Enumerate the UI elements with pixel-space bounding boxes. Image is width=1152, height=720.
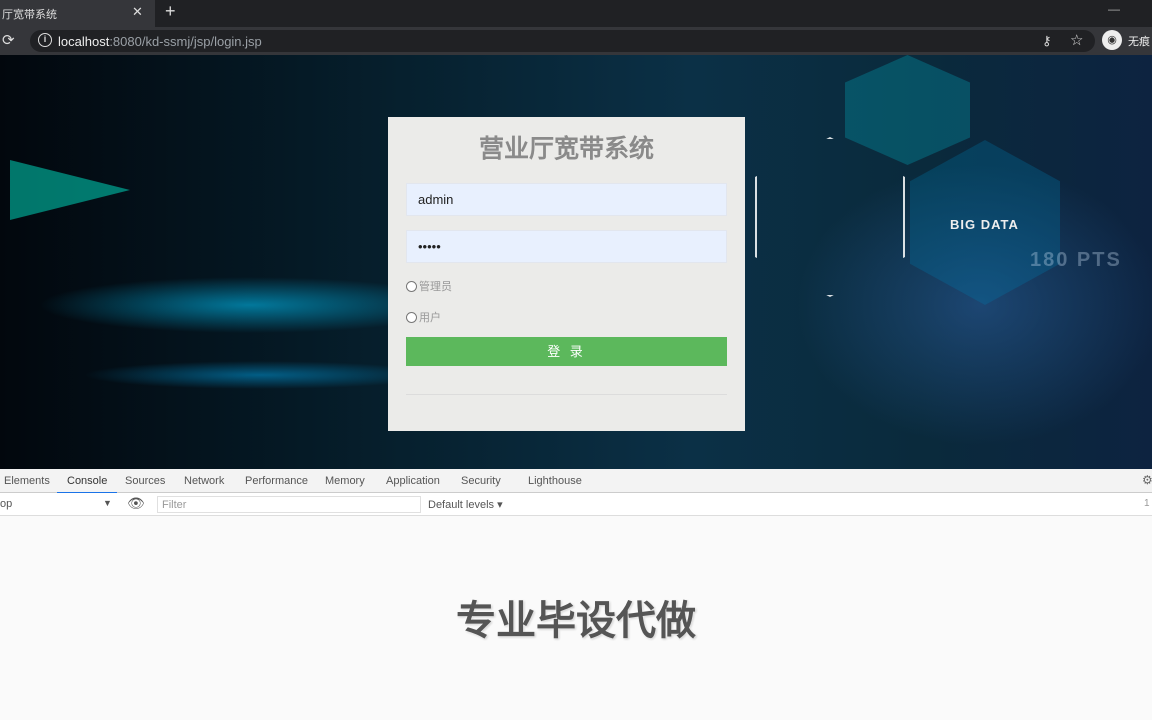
info-icon[interactable]: i: [38, 33, 52, 47]
role-label: 用户: [419, 312, 441, 324]
url-path: :8080/kd-ssmj/jsp/login.jsp: [109, 34, 262, 49]
minimize-icon[interactable]: —: [1108, 2, 1120, 16]
omnibox[interactable]: i localhost:8080/kd-ssmj/jsp/login.jsp ⚷…: [30, 30, 1095, 52]
login-button[interactable]: 登 录: [406, 337, 727, 366]
tab-application[interactable]: Application: [386, 475, 440, 487]
gear-icon[interactable]: ⚙: [1142, 473, 1152, 487]
watermark-text: 专业毕设代做: [456, 599, 696, 643]
divider: [406, 394, 727, 395]
levels-dropdown[interactable]: Default levels ▾: [428, 498, 503, 511]
chevron-down-icon[interactable]: ▼: [103, 498, 112, 508]
role-radio-admin[interactable]: 管理员: [406, 278, 452, 294]
incognito-icon[interactable]: ◉: [1102, 30, 1122, 50]
tab-sources[interactable]: Sources: [125, 475, 165, 487]
pts-text: 180 PTS: [1030, 249, 1122, 271]
issues-count: 1: [1144, 498, 1150, 509]
login-title: 营业厅宽带系统: [478, 135, 654, 163]
login-card: 营业厅宽带系统 admin ••••• 管理员 用户 登 录: [388, 117, 745, 431]
close-tab-icon[interactable]: ✕: [132, 4, 143, 20]
tab-strip: 厅宽带系统 ✕ + —: [0, 0, 1152, 27]
tab-security[interactable]: Security: [461, 475, 501, 487]
devtools-tabs: Elements Console Sources Network Perform…: [0, 469, 1152, 494]
reload-icon[interactable]: ⟳: [2, 31, 15, 49]
tab-lighthouse[interactable]: Lighthouse: [528, 475, 582, 487]
star-icon[interactable]: ☆: [1070, 31, 1083, 49]
address-bar: ⟳ i localhost:8080/kd-ssmj/jsp/login.jsp…: [0, 27, 1152, 55]
url-text[interactable]: localhost:8080/kd-ssmj/jsp/login.jsp: [58, 34, 262, 49]
role-label: 管理员: [419, 281, 452, 293]
browser-tab[interactable]: 厅宽带系统 ✕: [0, 0, 155, 27]
big-data-text: BIG DATA: [950, 217, 1019, 232]
tab-performance[interactable]: Performance: [245, 475, 308, 487]
tab-title: 厅宽带系统: [2, 9, 57, 21]
role-radio-user[interactable]: 用户: [406, 309, 441, 325]
radio-icon[interactable]: [406, 280, 417, 292]
console-toolbar: op ▼ 👁 Filter Default levels ▾ 1: [0, 493, 1152, 516]
filter-input[interactable]: Filter: [157, 496, 421, 513]
tab-console[interactable]: Console: [56, 475, 118, 494]
new-tab-icon[interactable]: +: [165, 1, 176, 22]
eye-icon[interactable]: 👁: [127, 495, 145, 512]
password-input[interactable]: •••••: [406, 230, 727, 263]
tab-memory[interactable]: Memory: [325, 475, 365, 487]
hexagon-decoration: [845, 55, 970, 165]
key-icon[interactable]: ⚷: [1042, 33, 1052, 49]
profile-label: 无痕: [1128, 36, 1150, 48]
radio-icon[interactable]: [406, 311, 417, 323]
hexagon-chart-decoration: [755, 137, 905, 297]
login-page-background: BIG DATA 180 PTS 营业厅宽带系统 admin ••••• 管理员…: [0, 55, 1152, 469]
context-select[interactable]: op: [0, 498, 12, 510]
username-input[interactable]: admin: [406, 183, 727, 216]
url-host: localhost: [58, 34, 110, 49]
tab-elements[interactable]: Elements: [4, 475, 50, 487]
tab-network[interactable]: Network: [184, 475, 224, 487]
chevron-decoration: [10, 160, 130, 220]
